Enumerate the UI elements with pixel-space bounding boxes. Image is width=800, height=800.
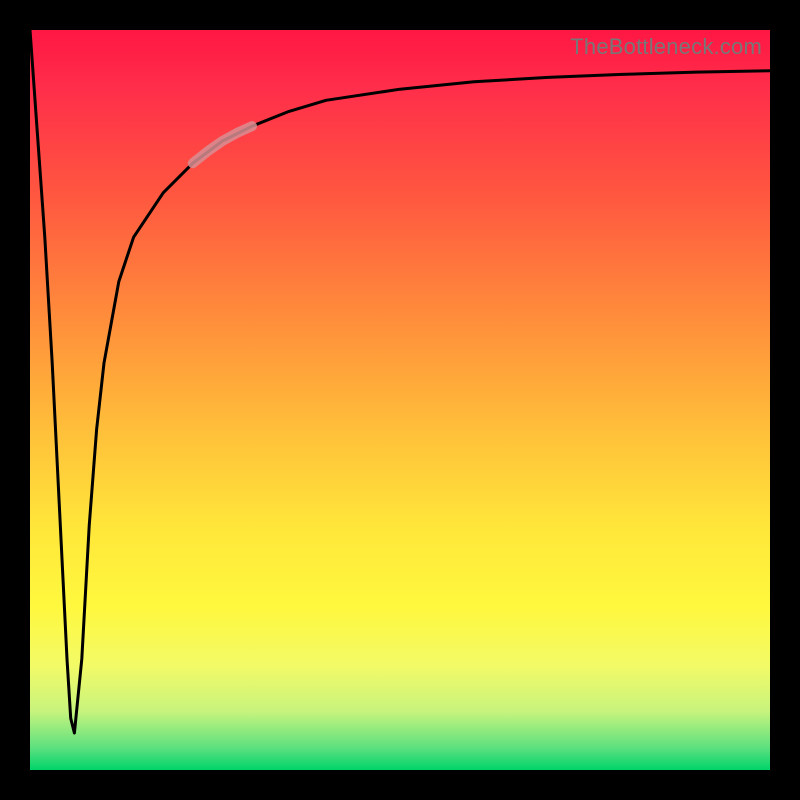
chart-frame: TheBottleneck.com <box>0 0 800 800</box>
curve-svg <box>30 30 770 770</box>
bottleneck-curve <box>30 30 770 733</box>
highlight-segment <box>193 126 252 163</box>
plot-area: TheBottleneck.com <box>30 30 770 770</box>
